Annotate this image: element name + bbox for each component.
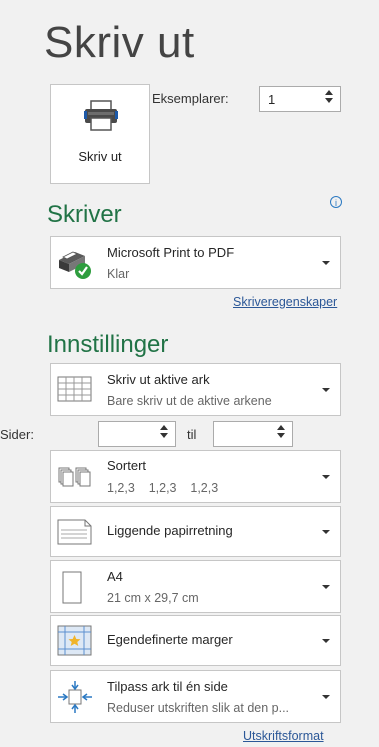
collation-subtitle: 1,2,3 1,2,3 1,2,3 [107,481,219,495]
printer-select[interactable]: Microsoft Print to PDF Klar [50,236,341,289]
collated-pages-icon [58,467,91,487]
paper-size-subtitle: 21 cm x 29,7 cm [107,591,199,605]
pages-to-input[interactable] [213,421,293,447]
margins-select[interactable]: Egendefinerte marger [50,615,341,666]
print-button-label: Skriv ut [78,149,122,164]
info-icon[interactable]: i [330,196,342,208]
orientation-title: Liggende papirretning [107,523,233,538]
page-setup-link[interactable]: Utskriftsformat [243,729,324,743]
collation-select[interactable]: Sortert 1,2,3 1,2,3 1,2,3 [50,450,341,503]
scaling-subtitle: Reduser utskriften slik at den p... [107,701,290,715]
pages-to-label: til [187,427,197,442]
custom-margins-icon [57,625,92,656]
collation-title: Sortert [107,458,147,473]
stepper-arrows-icon[interactable] [324,90,334,108]
printer-icon [84,100,118,131]
printer-status: Klar [107,267,130,281]
page-title: Skriv ut [44,18,195,67]
pages-from-input[interactable] [98,421,176,447]
chevron-down-icon [322,639,330,643]
paper-size-select[interactable]: A4 21 cm x 29,7 cm [50,560,341,613]
print-button[interactable]: Skriv ut [50,84,150,184]
margins-title: Egendefinerte marger [107,632,233,647]
scaling-select[interactable]: Tilpass ark til én side Reduser utskrift… [50,670,341,723]
print-what-subtitle: Bare skriv ut de aktive arkene [107,394,272,408]
settings-heading: Innstillinger [47,331,169,358]
chevron-down-icon [322,585,330,589]
paper-icon [62,571,82,604]
orientation-select[interactable]: Liggende papirretning [50,506,341,557]
chevron-down-icon [322,388,330,392]
stepper-arrows-icon[interactable] [276,425,286,443]
printer-name: Microsoft Print to PDF [107,245,235,260]
sheet-grid-icon [57,376,92,402]
copies-stepper[interactable]: 1 [259,86,341,112]
chevron-down-icon [322,261,330,265]
printer-ready-icon [59,251,91,279]
print-what-select[interactable]: Skriv ut aktive ark Bare skriv ut de akt… [50,363,341,416]
chevron-down-icon [322,530,330,534]
scaling-title: Tilpass ark til én side [107,679,228,694]
chevron-down-icon [322,475,330,479]
print-what-title: Skriv ut aktive ark [107,372,210,387]
printer-properties-link[interactable]: Skriveregenskaper [233,295,337,309]
landscape-page-icon [57,519,92,545]
copies-label: Eksemplarer: [152,91,229,106]
paper-size-title: A4 [107,569,123,584]
pages-label: Sider: [0,427,34,442]
printer-heading: Skriver [47,201,122,228]
stepper-arrows-icon[interactable] [159,425,169,443]
copies-value: 1 [268,92,276,107]
fit-to-page-icon [58,681,92,713]
chevron-down-icon [322,695,330,699]
